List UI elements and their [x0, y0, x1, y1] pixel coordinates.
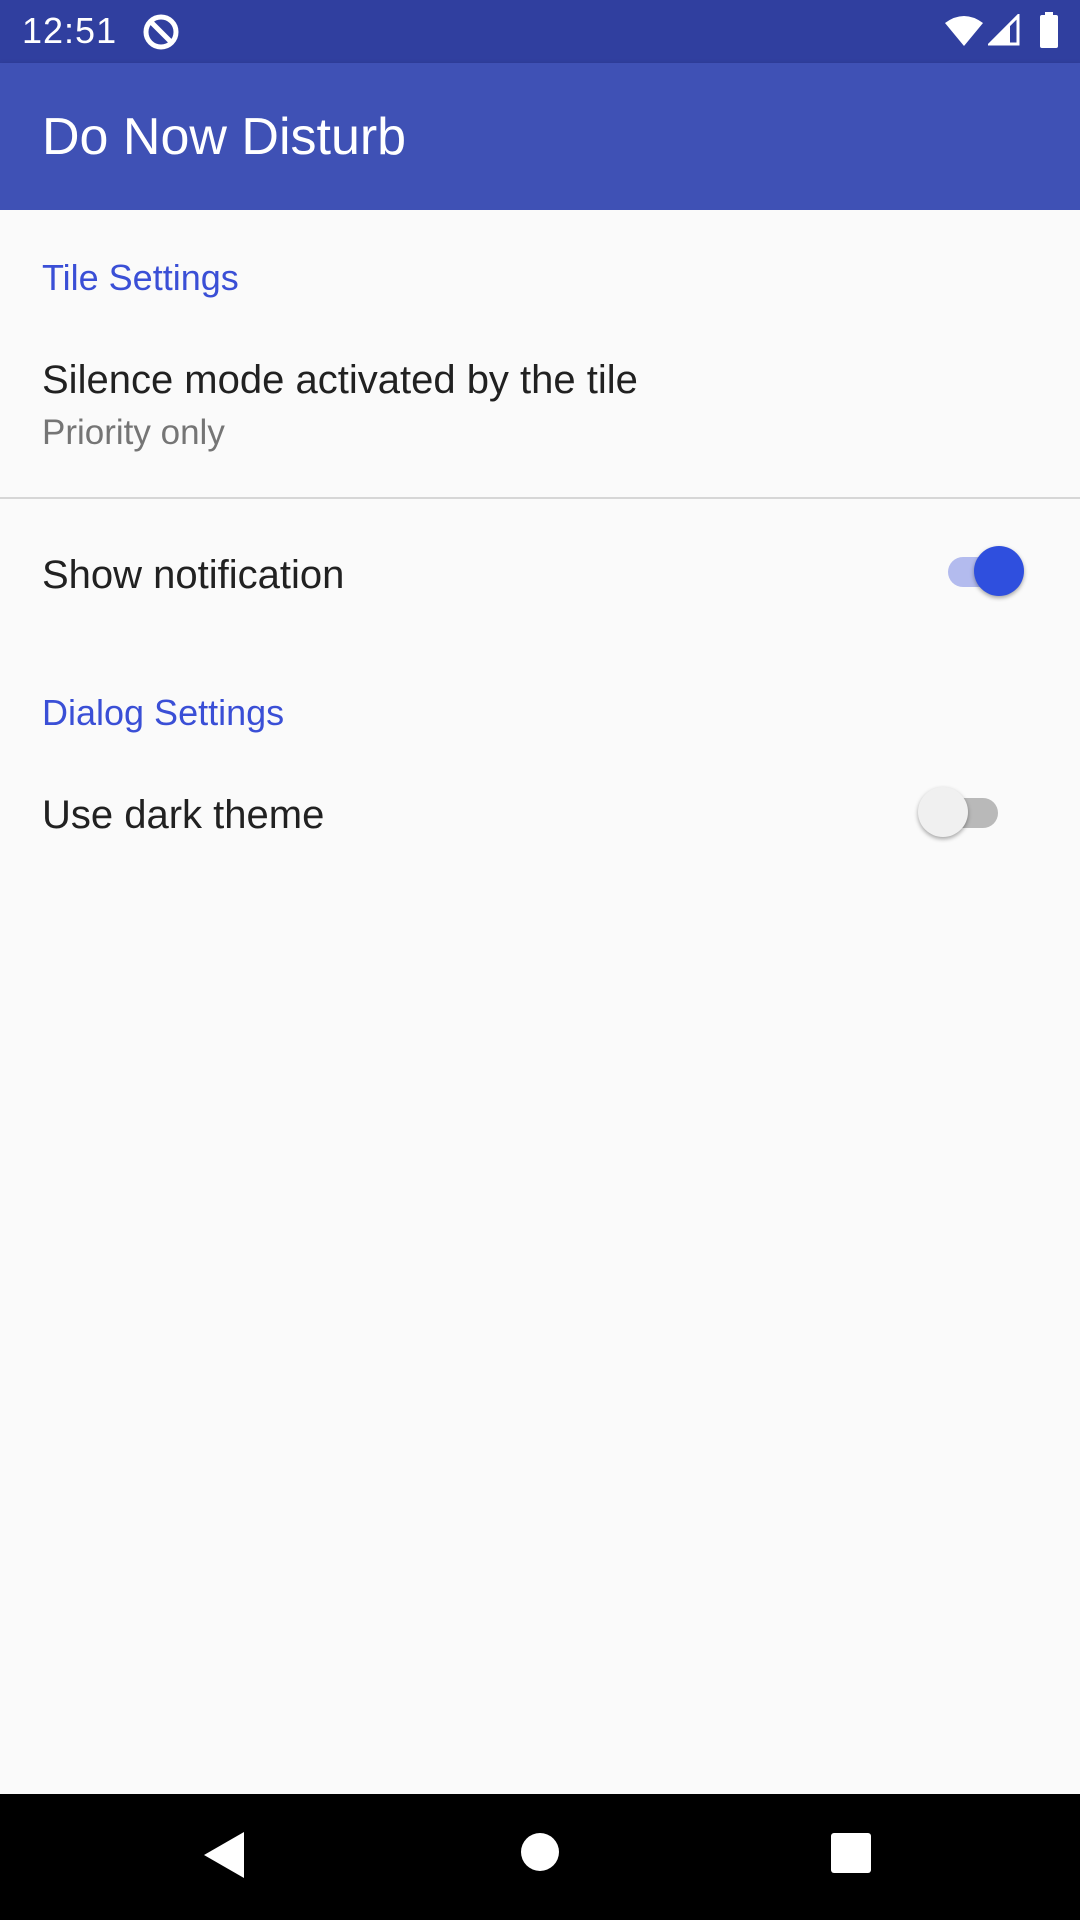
- app-notification-icon: [143, 14, 179, 50]
- show-notification-switch[interactable]: [938, 541, 1028, 601]
- home-icon[interactable]: [520, 1832, 560, 1872]
- silence-mode-preference[interactable]: Silence mode activated by the tile Prior…: [0, 306, 1080, 496]
- silence-mode-summary: Priority only: [42, 413, 225, 452]
- status-time: 12:51: [22, 10, 118, 51]
- dark-theme-preference[interactable]: Use dark theme: [0, 740, 1080, 890]
- navigation-bar: [0, 1794, 1080, 1920]
- show-notification-title: Show notification: [42, 553, 345, 597]
- status-bar: 12:51: [0, 0, 1080, 63]
- show-notification-preference[interactable]: Show notification: [0, 500, 1080, 650]
- app-title: Do Now Disturb: [42, 108, 407, 166]
- app-bar: Do Now Disturb: [0, 63, 1080, 210]
- divider: [0, 497, 1080, 499]
- settings-list: Tile Settings Silence mode activated by …: [0, 210, 1080, 1794]
- wifi-icon: [945, 16, 983, 46]
- dialog-settings-header: Dialog Settings: [42, 692, 285, 733]
- dark-theme-title: Use dark theme: [42, 793, 325, 837]
- tile-settings-header: Tile Settings: [42, 257, 239, 298]
- recents-icon[interactable]: [830, 1832, 872, 1874]
- dark-theme-switch[interactable]: [918, 782, 1008, 842]
- switch-thumb: [974, 546, 1024, 596]
- silence-mode-title: Silence mode activated by the tile: [42, 358, 638, 402]
- battery-icon: [1040, 12, 1058, 48]
- switch-thumb: [918, 787, 968, 837]
- cell-signal-icon: [988, 14, 1020, 46]
- back-icon[interactable]: [202, 1830, 246, 1880]
